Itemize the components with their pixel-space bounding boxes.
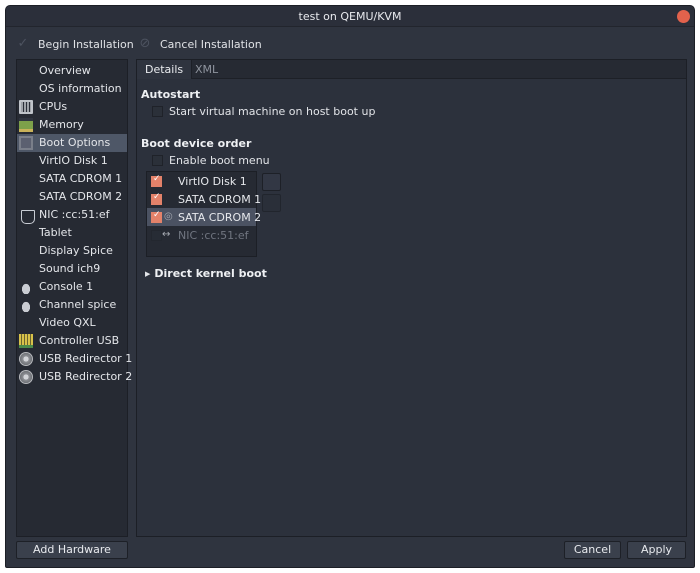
autostart-checkbox[interactable]: Start virtual machine on host boot up — [152, 105, 375, 118]
close-button[interactable] — [677, 10, 690, 23]
sidebar-item-channel-spice[interactable]: Channel spice — [17, 296, 127, 314]
cancel-icon: ⊘ — [139, 36, 151, 51]
begin-installation-button[interactable]: ✓ Begin Installation — [16, 34, 134, 54]
sidebar-item-nic[interactable]: NIC :cc:51:ef — [17, 206, 127, 224]
direct-kernel-boot-label: Direct kernel boot — [154, 267, 267, 280]
checkmark-icon: ✓ — [17, 36, 29, 51]
sidebar-item-sata-cdrom-2[interactable]: SATA CDROM 2 — [17, 188, 127, 206]
checkbox-box — [152, 106, 163, 117]
sidebar-item-label: Video QXL — [39, 316, 96, 329]
expand-arrow-icon: ▶ — [145, 269, 151, 278]
vm-details-window: test on QEMU/KVM ✓ Begin Installation ⊘ … — [5, 5, 695, 568]
sidebar-item-sound-ich9[interactable]: Sound ich9 — [17, 260, 127, 278]
move-down-button[interactable] — [262, 194, 281, 212]
sidebar-item-label: SATA CDROM 1 — [39, 172, 123, 185]
boot-device-row[interactable]: ◎ SATA CDROM 2 — [147, 208, 261, 226]
sidebar-item-os-information[interactable]: OS information — [17, 80, 127, 98]
sidebar-item-label: OS information — [39, 82, 122, 95]
sidebar-item-label: Overview — [39, 64, 91, 77]
sidebar-item-label: Sound ich9 — [39, 262, 101, 275]
move-up-button[interactable] — [262, 173, 281, 191]
sidebar-item-label: Channel spice — [39, 298, 117, 311]
title-bar: test on QEMU/KVM — [6, 6, 694, 27]
sidebar-item-label: Console 1 — [39, 280, 94, 293]
boot-device-label: SATA CDROM 2 — [178, 211, 262, 224]
cdrom-icon: ◎ — [164, 211, 173, 222]
add-hardware-button[interactable]: Add Hardware — [16, 541, 128, 559]
nic-icon — [21, 210, 35, 224]
sidebar-item-cpus[interactable]: CPUs — [17, 98, 127, 116]
sidebar-item-tablet[interactable]: Tablet — [17, 224, 127, 242]
checkbox-box — [152, 155, 163, 166]
boot-device-row[interactable]: ↔ NIC :cc:51:ef — [147, 226, 256, 244]
toolbar: ✓ Begin Installation ⊘ Cancel Installati… — [6, 28, 694, 60]
sidebar-item-label: CPUs — [39, 100, 68, 113]
hardware-list: Overview OS information CPUs Memory Boot… — [16, 59, 132, 537]
direct-kernel-boot-expander[interactable]: ▶ Direct kernel boot — [145, 267, 267, 280]
sidebar-item-controller-usb[interactable]: Controller USB — [17, 332, 127, 350]
boot-device-label: SATA CDROM 1 — [178, 193, 262, 206]
enable-boot-menu-label: Enable boot menu — [169, 154, 270, 167]
cancel-installation-label: Cancel Installation — [160, 37, 262, 51]
network-icon: ↔ — [162, 229, 171, 240]
controller-icon — [19, 334, 33, 348]
boot-device-row[interactable]: VirtIO Disk 1 — [147, 172, 256, 190]
boot-device-checkbox[interactable] — [151, 230, 162, 241]
cancel-button[interactable]: Cancel — [564, 541, 621, 559]
sidebar-item-usb-redirector-1[interactable]: USB Redirector 1 — [17, 350, 132, 368]
boot-device-label: NIC :cc:51:ef — [178, 229, 249, 242]
boot-device-label: VirtIO Disk 1 — [178, 175, 247, 188]
begin-installation-label: Begin Installation — [38, 37, 134, 51]
sidebar-item-label: NIC :cc:51:ef — [39, 208, 110, 221]
autostart-heading: Autostart — [141, 88, 201, 101]
autostart-checkbox-label: Start virtual machine on host boot up — [169, 105, 376, 118]
sidebar-item-label: VirtIO Disk 1 — [39, 154, 108, 167]
usb-icon — [19, 352, 33, 366]
boot-device-checkbox[interactable] — [151, 192, 162, 205]
cpu-icon — [19, 100, 33, 114]
sidebar-item-label: Display Spice — [39, 244, 113, 257]
boot-icon — [19, 136, 33, 150]
sidebar-item-label: Boot Options — [39, 136, 111, 149]
channel-icon — [19, 298, 33, 312]
tab-bar: Details XML — [137, 60, 686, 79]
memory-icon — [19, 118, 33, 132]
sidebar-item-sata-cdrom-1[interactable]: SATA CDROM 1 — [17, 170, 127, 188]
boot-device-list: VirtIO Disk 1 SATA CDROM 1 ◎ SATA CDROM … — [146, 171, 261, 257]
sidebar-item-video-qxl[interactable]: Video QXL — [17, 314, 127, 332]
sidebar-item-virtio-disk-1[interactable]: VirtIO Disk 1 — [17, 152, 127, 170]
sidebar-item-label: Controller USB — [39, 334, 120, 347]
sidebar-item-memory[interactable]: Memory — [17, 116, 127, 134]
sidebar-item-label: SATA CDROM 2 — [39, 190, 123, 203]
sidebar-item-console-1[interactable]: Console 1 — [17, 278, 127, 296]
console-icon — [19, 280, 33, 294]
boot-device-checkbox[interactable] — [151, 210, 162, 223]
usb-icon — [19, 370, 33, 384]
cancel-installation-button[interactable]: ⊘ Cancel Installation — [138, 34, 262, 54]
window-title: test on QEMU/KVM — [298, 10, 402, 23]
sidebar-item-label: Tablet — [39, 226, 72, 239]
boot-device-checkbox[interactable] — [151, 174, 162, 187]
sidebar-item-overview[interactable]: Overview — [17, 62, 127, 80]
tab-xml[interactable]: XML — [187, 60, 226, 79]
boot-device-row[interactable]: SATA CDROM 1 — [147, 190, 261, 208]
sidebar-item-label: USB Redirector 2 — [39, 370, 133, 383]
sidebar-item-display-spice[interactable]: Display Spice — [17, 242, 127, 260]
enable-boot-menu-checkbox[interactable]: Enable boot menu — [152, 154, 270, 167]
tab-details[interactable]: Details — [137, 60, 193, 79]
sidebar-item-usb-redirector-2[interactable]: USB Redirector 2 — [17, 368, 132, 386]
sidebar-item-label: Memory — [39, 118, 84, 131]
sidebar-item-boot-options[interactable]: Boot Options — [17, 134, 127, 152]
details-panel: Details XML Autostart Start virtual mach… — [136, 59, 687, 537]
sidebar-item-label: USB Redirector 1 — [39, 352, 133, 365]
apply-button[interactable]: Apply — [627, 541, 686, 559]
boot-order-heading: Boot device order — [141, 137, 252, 150]
